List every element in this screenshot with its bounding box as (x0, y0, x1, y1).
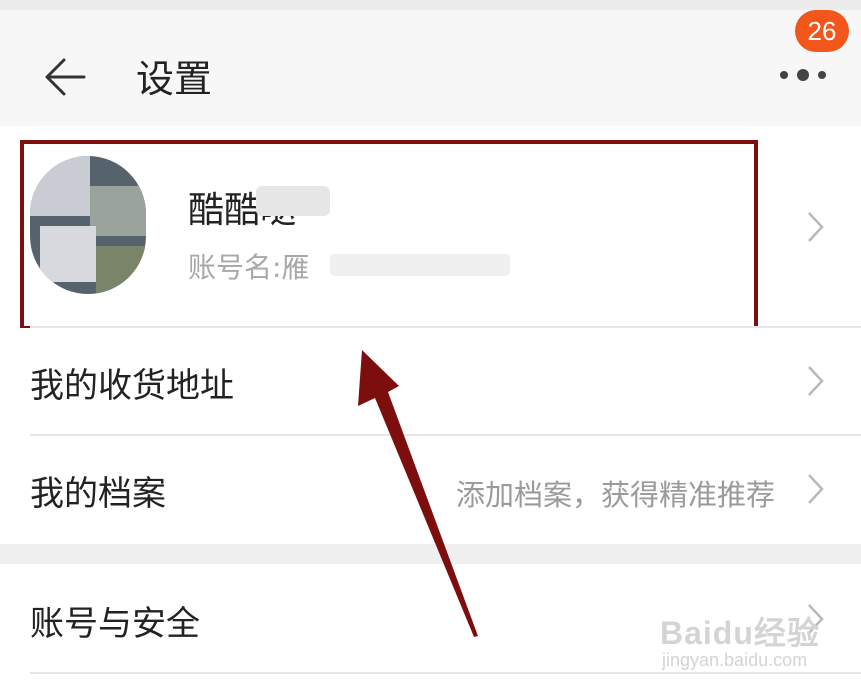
settings-header: 设置 (0, 10, 861, 126)
archive-label: 我的档案 (30, 474, 166, 514)
more-dots-icon[interactable] (778, 60, 830, 90)
chevron-right-icon (808, 474, 824, 504)
watermark-url: jingyan.baidu.com (662, 650, 808, 670)
chevron-right-icon (808, 366, 824, 396)
highlight-box (20, 140, 758, 330)
baidu-watermark: Baidu经验 jingyan.baidu.com (650, 598, 850, 678)
top-strip (0, 0, 861, 10)
address-label: 我的收货地址 (30, 366, 234, 406)
address-row[interactable]: 我的收货地址 (0, 328, 861, 434)
archive-hint: 添加档案，获得精准推荐 (455, 478, 775, 512)
archive-row[interactable]: 我的档案 添加档案，获得精准推荐 (0, 436, 861, 542)
section-gap (0, 544, 861, 564)
page-title: 设置 (136, 57, 213, 101)
notification-badge: 26 (795, 10, 849, 52)
watermark-logo: Baidu经验 (660, 615, 820, 651)
back-arrow-icon[interactable] (40, 54, 90, 100)
security-label: 账号与安全 (30, 604, 200, 644)
chevron-right-icon (808, 212, 824, 242)
